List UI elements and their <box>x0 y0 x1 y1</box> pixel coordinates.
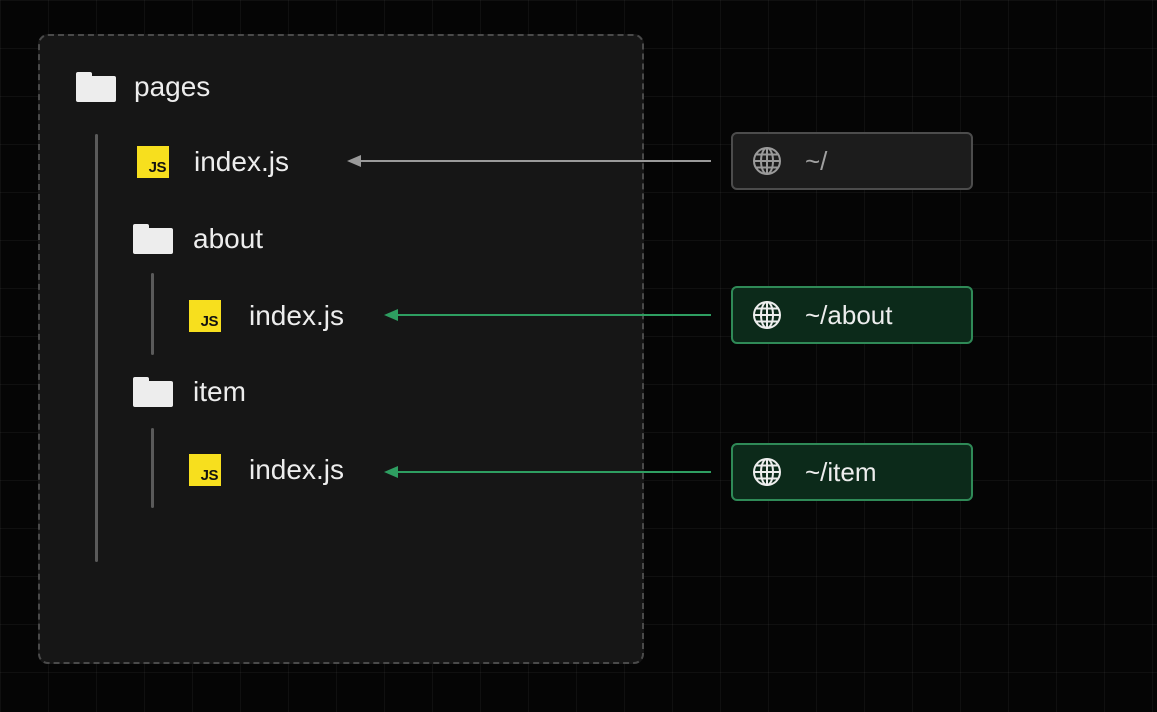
tree-guide-line-item <box>151 428 154 508</box>
route-path-item: ~/item <box>805 456 877 487</box>
file-tree-panel <box>38 34 644 664</box>
route-path-root: ~/ <box>805 145 828 176</box>
file-row-about-index[interactable]: JS index.js <box>189 296 344 336</box>
folder-label-pages: pages <box>134 71 211 102</box>
folder-label-item: item <box>193 376 246 407</box>
javascript-file-icon: JS <box>189 300 221 332</box>
tree-guide-line-pages <box>95 134 98 562</box>
folder-icon <box>76 72 116 102</box>
folder-label-about: about <box>193 223 264 254</box>
globe-icon <box>751 145 783 177</box>
route-box-root[interactable]: ~/ <box>731 132 973 190</box>
route-path-about: ~/about <box>805 299 893 330</box>
file-label-item-index: index.js <box>249 454 344 485</box>
folder-icon <box>133 224 173 254</box>
globe-icon <box>751 456 783 488</box>
folder-icon <box>133 377 173 407</box>
folder-row-item[interactable]: item <box>133 372 246 412</box>
file-row-item-index[interactable]: JS index.js <box>189 450 344 490</box>
file-label-root-index: index.js <box>194 146 289 177</box>
globe-icon <box>751 299 783 331</box>
javascript-file-icon: JS <box>137 146 169 178</box>
folder-row-about[interactable]: about <box>133 219 263 259</box>
tree-guide-line-about <box>151 273 154 355</box>
route-box-item[interactable]: ~/item <box>731 443 973 501</box>
file-row-root-index[interactable]: JS index.js <box>137 142 289 182</box>
folder-row-pages[interactable]: pages <box>76 67 210 107</box>
javascript-file-icon: JS <box>189 454 221 486</box>
route-box-about[interactable]: ~/about <box>731 286 973 344</box>
file-label-about-index: index.js <box>249 300 344 331</box>
